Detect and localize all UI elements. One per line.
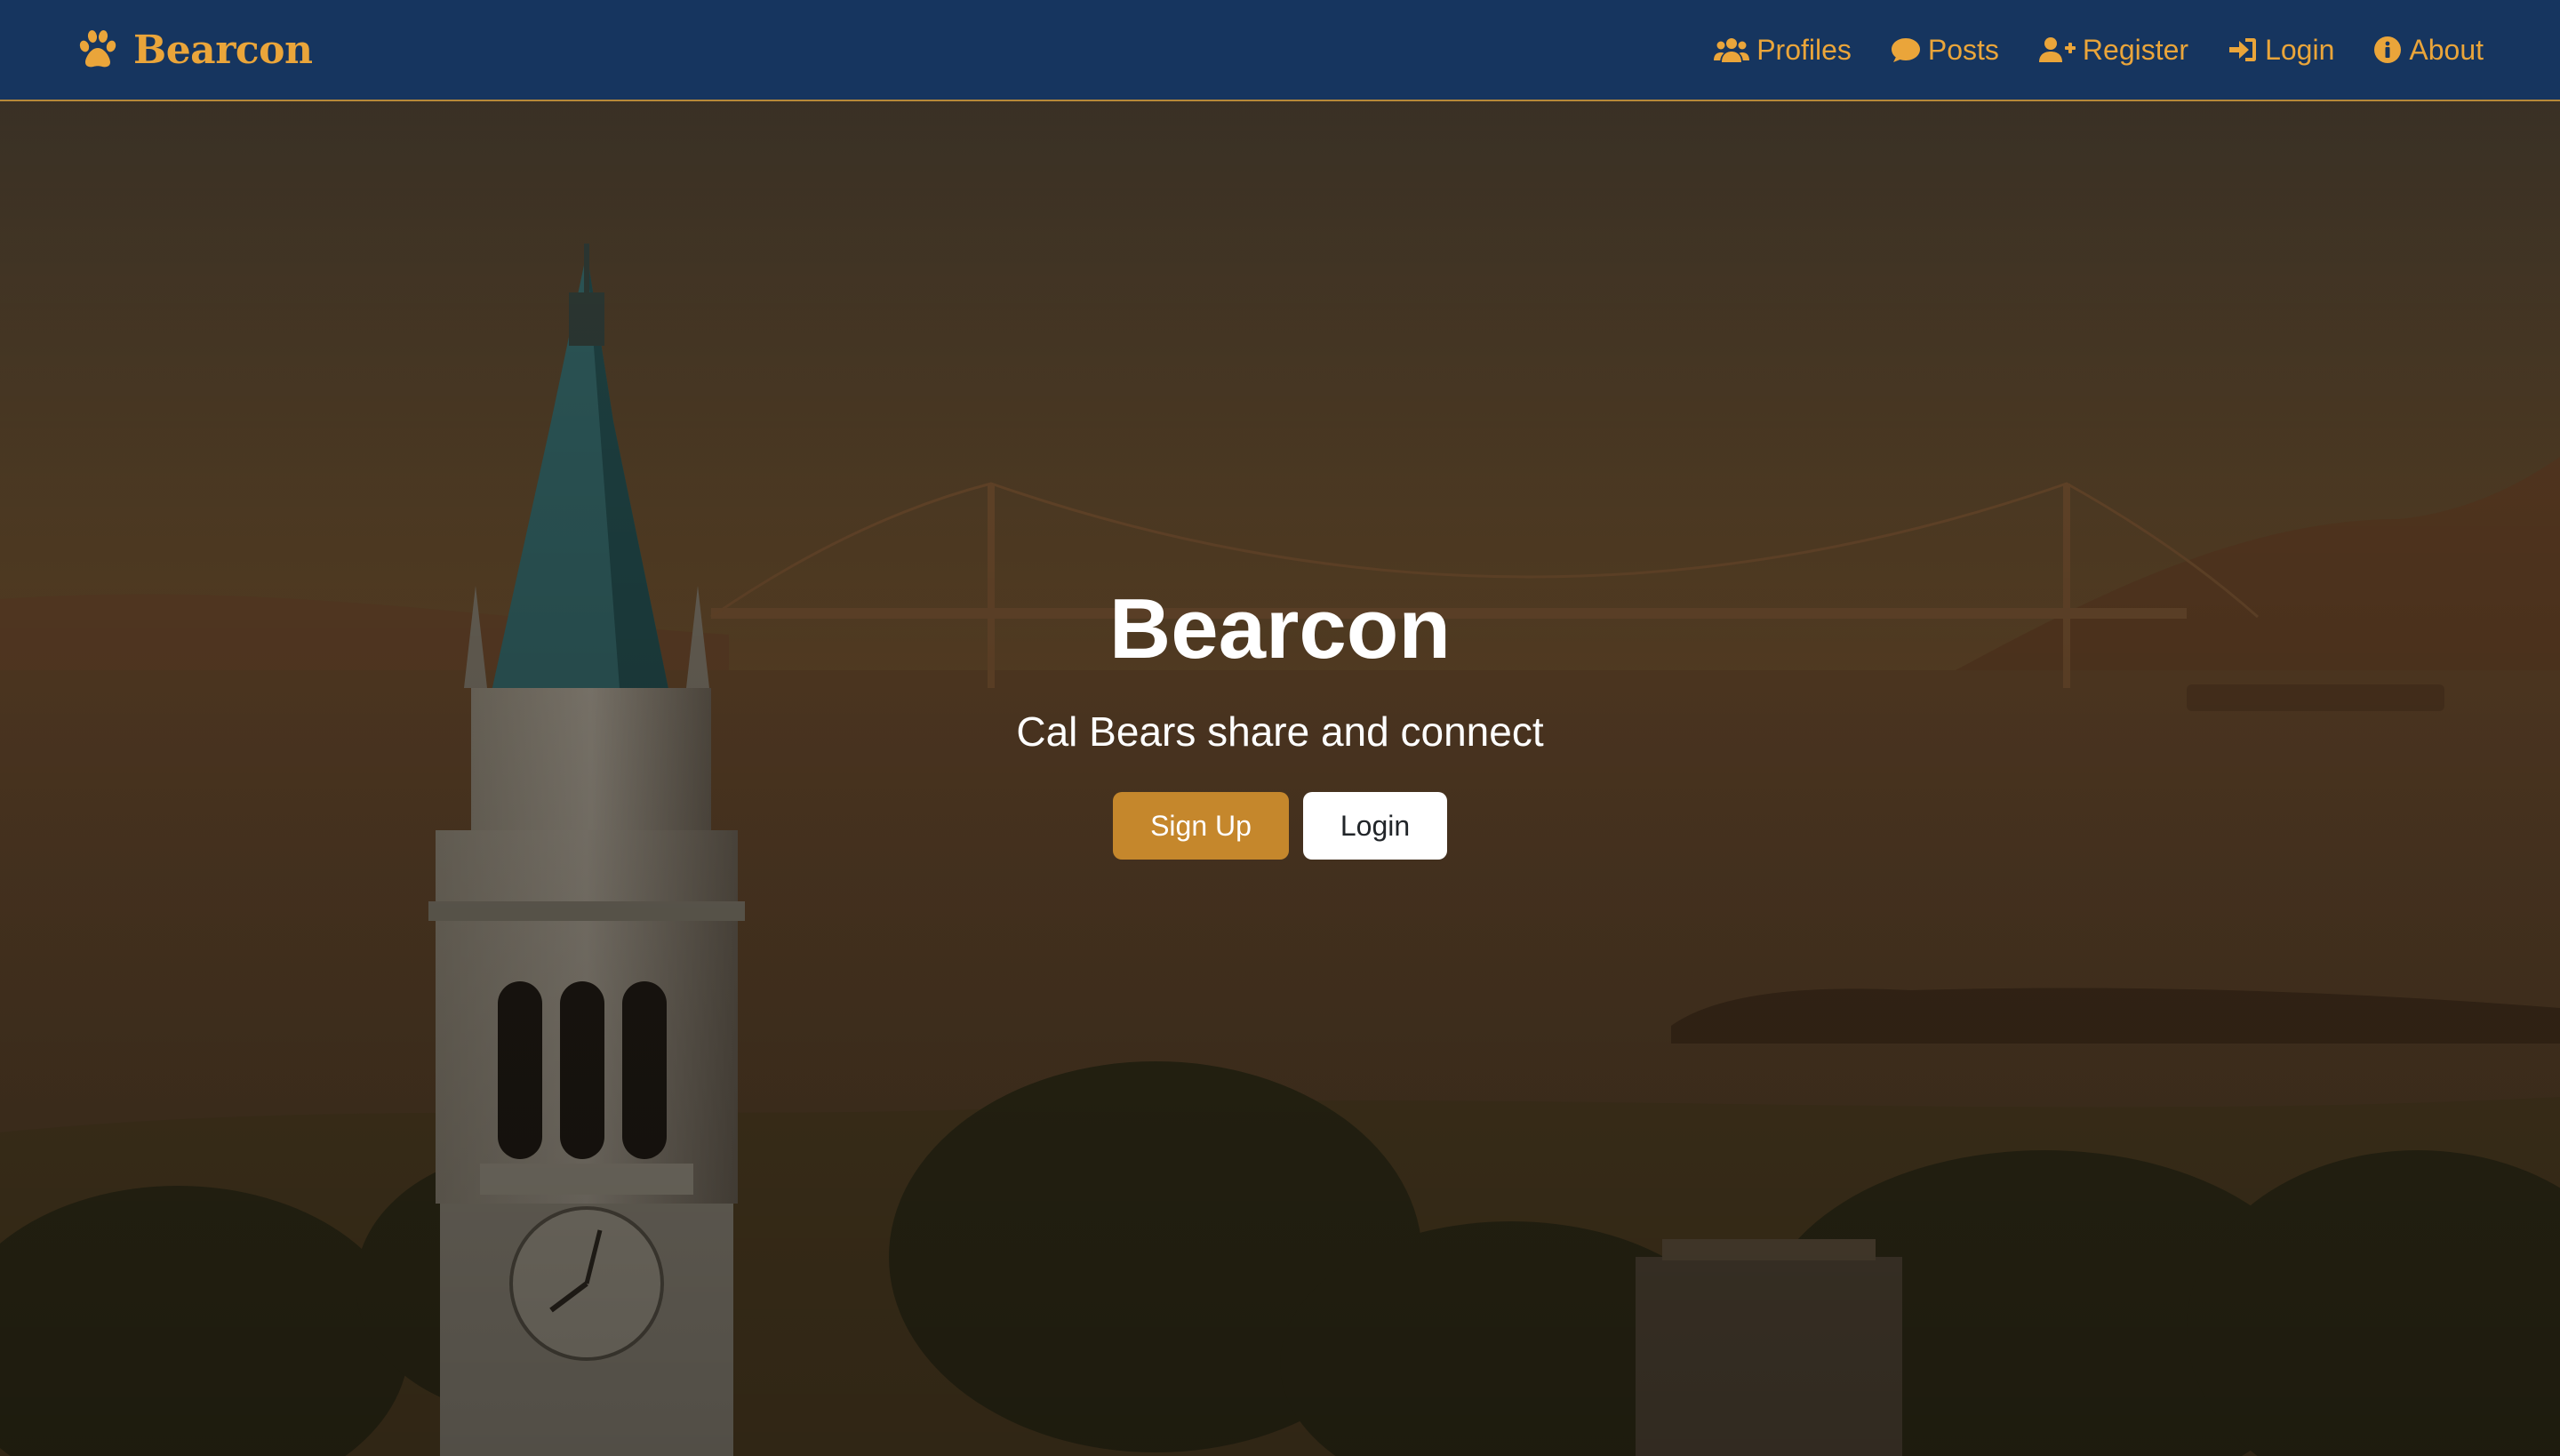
nav-link-label: Login	[2265, 33, 2335, 66]
hero-buttons: Sign Up Login	[0, 792, 2560, 860]
login-button[interactable]: Login	[1303, 792, 1447, 860]
nav-link-profiles[interactable]: Profiles	[1714, 34, 1852, 67]
nav-link-label: Register	[2082, 33, 2189, 66]
nav-link-label: Posts	[1927, 33, 1999, 66]
nav-link-login[interactable]: Login	[2228, 34, 2334, 67]
sign-in-icon	[2229, 38, 2257, 61]
hero-section: Bearcon Cal Bears share and connect Sign…	[0, 101, 2560, 1456]
hero-subtitle: Cal Bears share and connect	[1016, 708, 1544, 755]
nav-link-register[interactable]: Register	[2038, 34, 2188, 67]
nav-links: Profiles Posts Register Login About	[1675, 25, 2484, 75]
hero-title: Bearcon	[1108, 581, 1452, 676]
navbar: Bearcon Profiles Posts Register Login Ab…	[0, 0, 2560, 101]
comment-icon	[1891, 38, 1920, 62]
info-circle-icon	[2374, 36, 2402, 63]
nav-link-label: About	[2409, 33, 2484, 66]
nav-link-label: Profiles	[1756, 33, 1852, 66]
users-icon	[1714, 38, 1750, 62]
brand-name: Bearcon	[133, 27, 313, 73]
paw-icon	[79, 30, 116, 68]
nav-link-about[interactable]: About	[2373, 34, 2484, 67]
sign-up-button[interactable]: Sign Up	[1113, 792, 1289, 860]
hero-content: Bearcon Cal Bears share and connect Sign…	[0, 577, 2560, 860]
brand-link[interactable]: Bearcon	[76, 23, 313, 76]
nav-link-posts[interactable]: Posts	[1891, 34, 1999, 67]
user-plus-icon	[2038, 37, 2076, 62]
